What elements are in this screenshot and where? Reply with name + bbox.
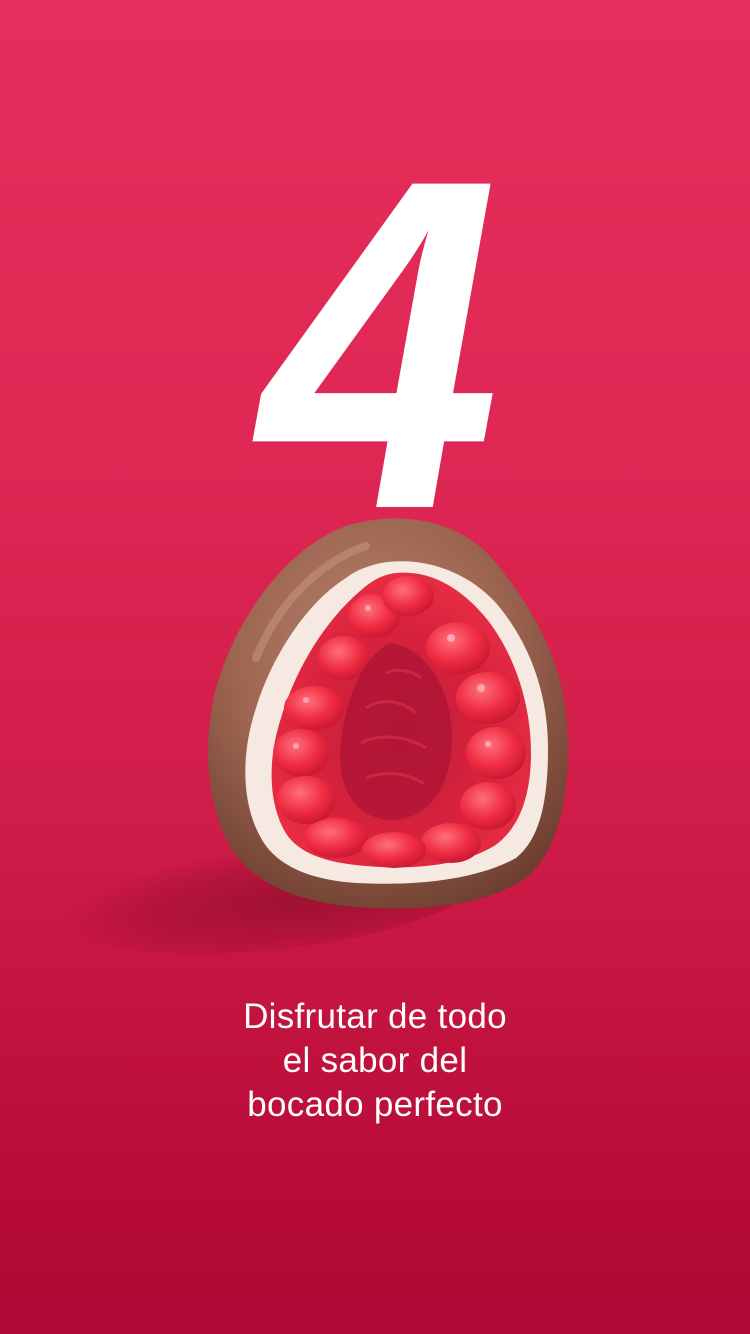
- story-slide[interactable]: 4 Disfrutar de todo el sabor del bocado …: [0, 0, 750, 1334]
- caption-line-3: bocado perfecto: [247, 1085, 503, 1124]
- chocolate-covered-raspberry-image: [208, 518, 569, 909]
- step-number: 4: [259, 82, 500, 607]
- caption-line-2: el sabor del: [282, 1041, 468, 1080]
- caption-line-1: Disfrutar de todo: [243, 997, 507, 1036]
- slide-caption: Disfrutar de todo el sabor del bocado pe…: [0, 995, 750, 1127]
